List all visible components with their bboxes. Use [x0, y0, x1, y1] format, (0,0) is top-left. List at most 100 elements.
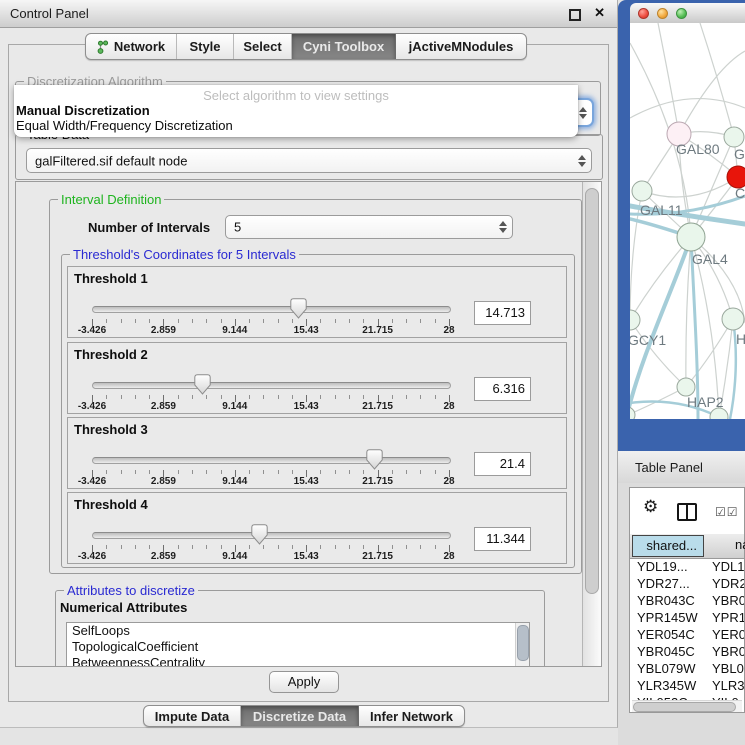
tick-mark — [221, 545, 222, 549]
tick-mark — [135, 319, 136, 323]
tick-mark — [406, 395, 407, 399]
node-label: HAP2 — [687, 394, 724, 410]
tab-impute-data[interactable]: Impute Data — [144, 706, 241, 726]
close-traffic-light-icon[interactable] — [638, 8, 649, 19]
threshold-value-field[interactable]: 14.713 — [474, 301, 531, 325]
float-window-icon[interactable] — [569, 9, 581, 21]
close-icon[interactable]: ✕ — [594, 5, 605, 21]
threshold-slider-track[interactable] — [92, 382, 451, 389]
threshold-slider-track[interactable] — [92, 457, 451, 464]
tab-cyni-toolbox[interactable]: Cyni Toolbox — [292, 34, 396, 59]
network-node[interactable] — [630, 310, 640, 330]
horizontal-scrollbar[interactable] — [632, 700, 742, 712]
numerical-attributes-list: SelfLoopsTopologicalCoefficientBetweenne… — [66, 622, 530, 667]
network-view-window: GAL80GCGAL11GAL4GCY1HHAP2 — [618, 0, 745, 451]
tick-mark — [335, 319, 336, 323]
select-columns-checkbox-icon[interactable]: ☑☑ — [715, 505, 739, 519]
threshold-slider-track[interactable] — [92, 306, 451, 313]
apply-button[interactable]: Apply — [269, 671, 339, 693]
tab-infer-network[interactable]: Infer Network — [359, 706, 464, 726]
tick-mark — [349, 545, 350, 549]
table-row[interactable]: YLR345WYLR3 — [631, 677, 744, 694]
tick-mark — [435, 319, 436, 323]
table-data-value: galFiltered.sif default node — [35, 153, 187, 168]
table-row[interactable]: YDL19...YDL1 — [631, 558, 744, 575]
minimize-traffic-light-icon[interactable] — [657, 8, 668, 19]
network-node[interactable] — [632, 181, 652, 201]
number-of-intervals-combobox[interactable]: 5 — [225, 215, 513, 239]
threshold-value-field[interactable]: 11.344 — [474, 527, 531, 551]
number-of-intervals-value: 5 — [234, 220, 241, 235]
table-row[interactable]: YBL079WYBL0 — [631, 660, 744, 677]
network-node[interactable] — [722, 308, 744, 330]
column-header-shared-name[interactable]: shared... — [632, 535, 704, 557]
tab-select[interactable]: Select — [234, 34, 292, 59]
scrollbar-thumb[interactable] — [585, 188, 599, 594]
column-header-name[interactable]: na — [705, 535, 744, 557]
scrollbar-thumb[interactable] — [517, 625, 529, 661]
cell-name: YDR2 — [712, 575, 744, 592]
split-columns-icon[interactable] — [677, 503, 697, 521]
algorithm-option-placeholder[interactable]: Select algorithm to view settings — [14, 88, 578, 103]
tick-mark — [221, 470, 222, 474]
tab-discretize-data[interactable]: Discretize Data — [241, 706, 359, 726]
threshold-value-field[interactable]: 6.316 — [474, 377, 531, 401]
network-node[interactable] — [630, 407, 635, 419]
slider-tick-label: 15.43 — [284, 325, 328, 336]
tab-style[interactable]: Style — [177, 34, 234, 59]
network-edge — [700, 23, 734, 137]
table-row[interactable]: YBR045CYBR0 — [631, 643, 744, 660]
tab-network[interactable]: Network — [86, 34, 177, 59]
tick-mark — [135, 545, 136, 549]
algorithm-option-manual-discretization[interactable]: Manual Discretization — [14, 103, 578, 118]
tick-mark — [278, 545, 279, 549]
tick-mark — [263, 470, 264, 474]
table-row[interactable]: YDR27...YDR2 — [631, 575, 744, 592]
algorithm-dropdown-popup: Select algorithm to view settingsManual … — [14, 85, 578, 137]
network-node[interactable] — [724, 127, 744, 147]
slider-thumb[interactable] — [194, 374, 211, 395]
tick-mark — [392, 319, 393, 323]
slider-tick-label: 2.859 — [141, 325, 185, 336]
table-panel-titlebar: Table Panel — [618, 451, 745, 484]
cell-name: YPR1 — [712, 609, 744, 626]
threshold-label: Threshold 3 — [74, 422, 148, 437]
network-node[interactable] — [677, 223, 705, 251]
table-row[interactable]: YPR145WYPR1 — [631, 609, 744, 626]
network-canvas[interactable]: GAL80GCGAL11GAL4GCY1HHAP2 — [630, 23, 745, 419]
attribute-list-item-betweennesscentrality[interactable]: BetweennessCentrality — [67, 655, 529, 667]
threshold-slider-track[interactable] — [92, 532, 451, 539]
tick-mark — [149, 545, 150, 549]
slider-tick-label: -3.426 — [70, 325, 114, 336]
threshold-label: Threshold 1 — [74, 271, 148, 286]
zoom-traffic-light-icon[interactable] — [676, 8, 687, 19]
slider-tick-label: 9.144 — [213, 325, 257, 336]
window-title: Control Panel — [10, 6, 89, 21]
algorithm-option-equal-width-frequency-discretization[interactable]: Equal Width/Frequency Discretization — [14, 118, 578, 133]
table-row[interactable]: YER054CYER0 — [631, 626, 744, 643]
scrollbar-thumb[interactable] — [633, 702, 736, 712]
threshold-panel-3: Threshold 3-3.4262.8599.14415.4321.71528… — [67, 417, 567, 489]
tick-mark — [149, 319, 150, 323]
vertical-scrollbar[interactable] — [582, 182, 601, 666]
tick-mark — [192, 319, 193, 323]
attribute-list-item-selfloops[interactable]: SelfLoops — [67, 623, 529, 639]
slider-thumb[interactable] — [251, 524, 268, 545]
threshold-value-field[interactable]: 21.4 — [474, 452, 531, 476]
cell-name: YDL1 — [712, 558, 744, 575]
tick-mark — [192, 395, 193, 399]
table-row[interactable]: YBR043CYBR0 — [631, 592, 744, 609]
tab-jactivemnodules[interactable]: jActiveMNodules — [396, 34, 526, 59]
slider-thumb[interactable] — [366, 449, 383, 470]
table-header: shared... na — [630, 534, 744, 559]
attributes-list-scrollbar[interactable] — [515, 623, 529, 666]
slider-tick-label: 9.144 — [213, 401, 257, 412]
attribute-list-item-topologicalcoefficient[interactable]: TopologicalCoefficient — [67, 639, 529, 655]
slider-thumb[interactable] — [290, 298, 307, 319]
table-data-combobox[interactable]: galFiltered.sif default node — [26, 148, 592, 173]
tick-mark — [420, 545, 421, 549]
threshold-panel-4: Threshold 4-3.4262.8599.14415.4321.71528… — [67, 492, 567, 564]
combo-spinner-icon — [578, 155, 586, 167]
interval-definition-group: Interval Definition Number of Intervals … — [49, 199, 582, 574]
gear-icon[interactable]: ⚙ — [643, 497, 658, 517]
